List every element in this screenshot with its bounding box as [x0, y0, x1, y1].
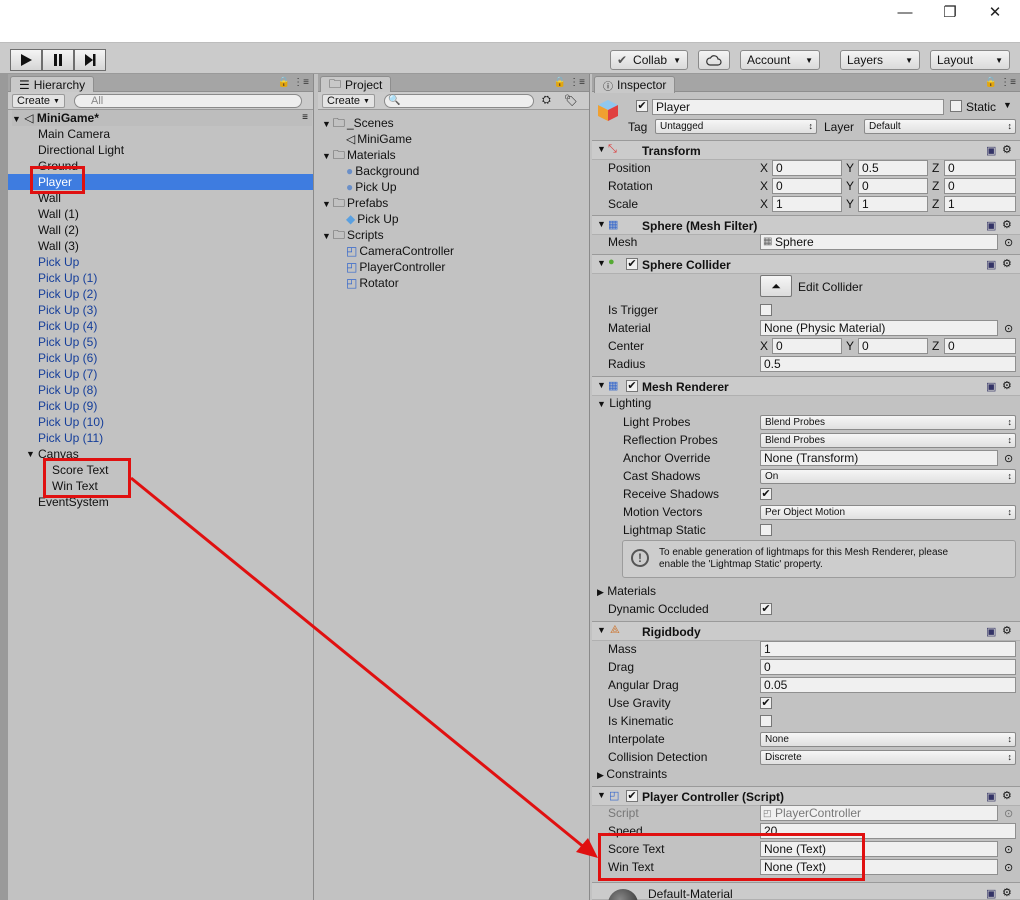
annotation-arrow: [130, 476, 598, 858]
